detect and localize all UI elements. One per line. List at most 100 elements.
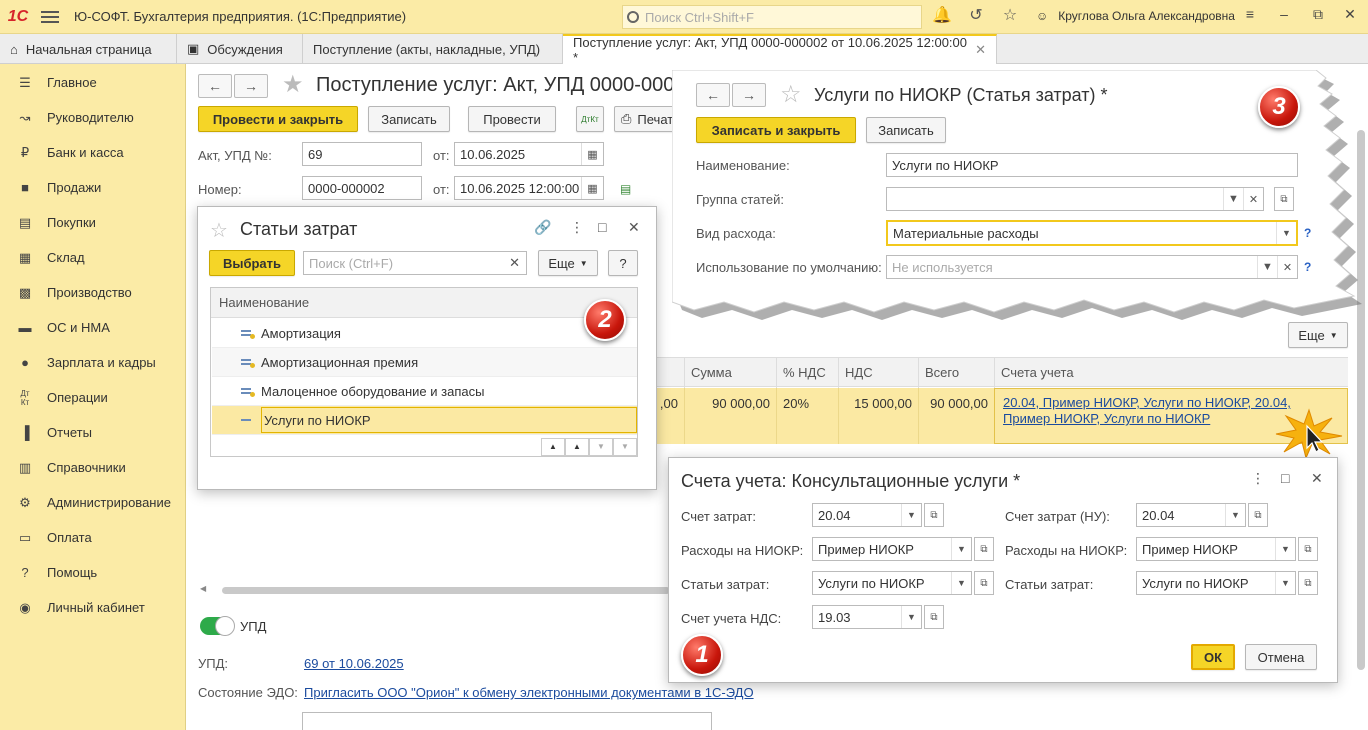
global-search-input[interactable]: Поиск Ctrl+Shift+F bbox=[622, 5, 922, 29]
cell-summa[interactable]: 90 000,00 bbox=[684, 388, 776, 444]
col-total[interactable]: Всего bbox=[918, 358, 994, 388]
sidebar-item-payment[interactable]: ▭ Оплата bbox=[0, 520, 185, 555]
sidebar-item-salary[interactable]: ● Зарплата и кадры bbox=[0, 345, 185, 380]
niokr-nu-select[interactable]: Пример НИОКР ▼ bbox=[1136, 537, 1296, 561]
main-menu-icon[interactable] bbox=[36, 7, 64, 27]
dt-kt-button[interactable]: ДтКт bbox=[576, 106, 604, 132]
minimize-icon[interactable]: – bbox=[1274, 6, 1294, 22]
favorite-star-icon[interactable]: ★ bbox=[282, 70, 304, 99]
open-cost-account-icon[interactable]: ⧉ bbox=[924, 503, 944, 527]
open-vat-account-icon[interactable]: ⧉ bbox=[924, 605, 944, 629]
cost-account-nu-select[interactable]: 20.04 ▼ bbox=[1136, 503, 1246, 527]
sidebar-item-sales[interactable]: ■ Продажи bbox=[0, 170, 185, 205]
expense-kind-select[interactable]: Материальные расходы ▼ bbox=[886, 220, 1298, 246]
dropdown-icon[interactable]: ▼ bbox=[1275, 538, 1295, 560]
close-icon[interactable]: ✕ bbox=[628, 219, 640, 236]
cost-item-select[interactable]: Услуги по НИОКР ▼ bbox=[812, 571, 972, 595]
open-group-icon[interactable]: ⧉ bbox=[1274, 187, 1294, 211]
save-and-close-button[interactable]: Записать и закрыть bbox=[696, 117, 856, 143]
sidebar-item-catalogs[interactable]: ▥ Справочники bbox=[0, 450, 185, 485]
more-vert-icon[interactable]: ⋮ bbox=[570, 219, 584, 236]
tab-discussions[interactable]: ▣ Обсуждения bbox=[177, 34, 303, 64]
list-item[interactable]: Амортизация bbox=[212, 319, 637, 348]
sidebar-item-operations[interactable]: Дт Кт Операции bbox=[0, 380, 185, 415]
akt-number-field[interactable]: 69 bbox=[302, 142, 422, 166]
cancel-button[interactable]: Отмена bbox=[1245, 644, 1317, 670]
open-cost-item-icon[interactable]: ⧉ bbox=[974, 571, 994, 595]
name-field[interactable]: Услуги по НИОКР bbox=[886, 153, 1298, 177]
sidebar-item-bank[interactable]: ₽ Банк и касса bbox=[0, 135, 185, 170]
back-button[interactable]: ← bbox=[696, 83, 730, 107]
select-button[interactable]: Выбрать bbox=[209, 250, 295, 276]
list-item[interactable]: Амортизационная премия bbox=[212, 348, 637, 377]
sidebar-item-warehouse[interactable]: ▦ Склад bbox=[0, 240, 185, 275]
clear-icon[interactable]: ✕ bbox=[1243, 188, 1263, 210]
list-item[interactable]: Малоценное оборудование и запасы bbox=[212, 377, 637, 406]
link-icon[interactable]: 🔗 bbox=[534, 219, 551, 236]
sidebar-item-account[interactable]: ◉ Личный кабинет bbox=[0, 590, 185, 625]
cost-item-nu-select[interactable]: Услуги по НИОКР ▼ bbox=[1136, 571, 1296, 595]
maximize-icon[interactable]: □ bbox=[1281, 470, 1289, 486]
comment-field[interactable] bbox=[302, 712, 712, 730]
sidebar-item-reports[interactable]: ▐ Отчеты bbox=[0, 415, 185, 450]
grid-horizontal-scrollbar[interactable]: ◀ bbox=[200, 584, 670, 596]
clear-icon[interactable]: ✕ bbox=[1277, 256, 1297, 278]
dropdown-icon[interactable]: ▼ bbox=[901, 504, 921, 526]
sidebar-item-production[interactable]: ▩ Производство bbox=[0, 275, 185, 310]
col-summa[interactable]: Сумма bbox=[684, 358, 776, 388]
bell-icon[interactable]: 🔔 bbox=[932, 6, 952, 26]
first-page-icon[interactable]: ▲ bbox=[541, 438, 565, 456]
tab-receipt-doc[interactable]: Поступление услуг: Акт, УПД 0000-000002 … bbox=[563, 34, 997, 65]
help-icon[interactable]: ? bbox=[1304, 226, 1311, 240]
dropdown-icon[interactable]: ▼ bbox=[1276, 222, 1296, 244]
vat-account-select[interactable]: 19.03 ▼ bbox=[812, 605, 922, 629]
prev-page-icon[interactable]: ▲ bbox=[565, 438, 589, 456]
maximize-icon[interactable]: □ bbox=[598, 219, 606, 235]
settings-icon[interactable]: ≡ bbox=[1240, 6, 1260, 22]
help-icon[interactable]: ? bbox=[1304, 260, 1311, 274]
close-tab-icon[interactable]: ✕ bbox=[975, 42, 986, 58]
scroll-left-icon[interactable]: ◀ bbox=[200, 584, 206, 593]
sidebar-item-help[interactable]: ? Помощь bbox=[0, 555, 185, 590]
next-page-icon[interactable]: ▼ bbox=[589, 438, 613, 456]
sidebar-item-admin[interactable]: ⚙ Администрирование bbox=[0, 485, 185, 520]
user-menu[interactable]: ☺ Круглова Ольга Александровна bbox=[1036, 9, 1235, 23]
list-header-name[interactable]: Наименование bbox=[211, 288, 637, 318]
favorite-star-icon[interactable]: ☆ bbox=[210, 218, 228, 243]
list-more-button[interactable]: Еще ▼ bbox=[538, 250, 598, 276]
save-button[interactable]: Записать bbox=[368, 106, 450, 132]
accounts-link[interactable]: 20.04, Пример НИОКР, Услуги по НИОКР, 20… bbox=[1003, 395, 1291, 426]
calendar-icon[interactable]: ▦ bbox=[581, 143, 603, 165]
sidebar-item-main[interactable]: ☰ Главное bbox=[0, 65, 185, 100]
upd-toggle[interactable] bbox=[200, 616, 235, 636]
sidebar-item-assets[interactable]: ▬ ОС и НМА bbox=[0, 310, 185, 345]
back-button[interactable]: ← bbox=[198, 74, 232, 98]
close-icon[interactable]: ✕ bbox=[1311, 470, 1323, 487]
open-niokr-icon[interactable]: ⧉ bbox=[974, 537, 994, 561]
col-accounts[interactable]: Счета учета bbox=[994, 358, 1348, 388]
dropdown-icon[interactable]: ▼ bbox=[901, 606, 921, 628]
ok-button[interactable]: ОК bbox=[1191, 644, 1235, 670]
group-select[interactable]: ▼ ✕ bbox=[886, 187, 1264, 211]
cell-vat-rate[interactable]: 20% bbox=[776, 388, 838, 444]
scroll-thumb[interactable] bbox=[222, 587, 670, 594]
list-search-input[interactable]: Поиск (Ctrl+F) ✕ bbox=[303, 251, 527, 275]
niokr-select[interactable]: Пример НИОКР ▼ bbox=[812, 537, 972, 561]
open-cost-item-nu-icon[interactable]: ⧉ bbox=[1298, 571, 1318, 595]
close-app-icon[interactable]: ✕ bbox=[1340, 6, 1360, 23]
star-icon[interactable]: ☆ bbox=[1000, 6, 1020, 26]
dropdown-icon[interactable]: ▼ bbox=[951, 572, 971, 594]
default-usage-select[interactable]: Не используется ▼ ✕ bbox=[886, 255, 1298, 279]
post-and-close-button[interactable]: Провести и закрыть bbox=[198, 106, 358, 132]
col-vat[interactable]: НДС bbox=[838, 358, 918, 388]
edo-status-icon[interactable]: ▤ bbox=[620, 182, 631, 196]
number-date-field[interactable]: 10.06.2025 12:00:00 ▦ bbox=[454, 176, 604, 200]
post-button[interactable]: Провести bbox=[468, 106, 556, 132]
clear-icon[interactable]: ✕ bbox=[509, 255, 520, 271]
upd-link[interactable]: 69 от 10.06.2025 bbox=[304, 656, 404, 671]
edo-invite-link[interactable]: Пригласить ООО "Орион" к обмену электрон… bbox=[304, 685, 754, 700]
open-niokr-nu-icon[interactable]: ⧉ bbox=[1298, 537, 1318, 561]
dropdown-icon[interactable]: ▼ bbox=[1275, 572, 1295, 594]
tab-receipts-list[interactable]: Поступление (акты, накладные, УПД) bbox=[303, 34, 563, 64]
dropdown-icon[interactable]: ▼ bbox=[1225, 504, 1245, 526]
